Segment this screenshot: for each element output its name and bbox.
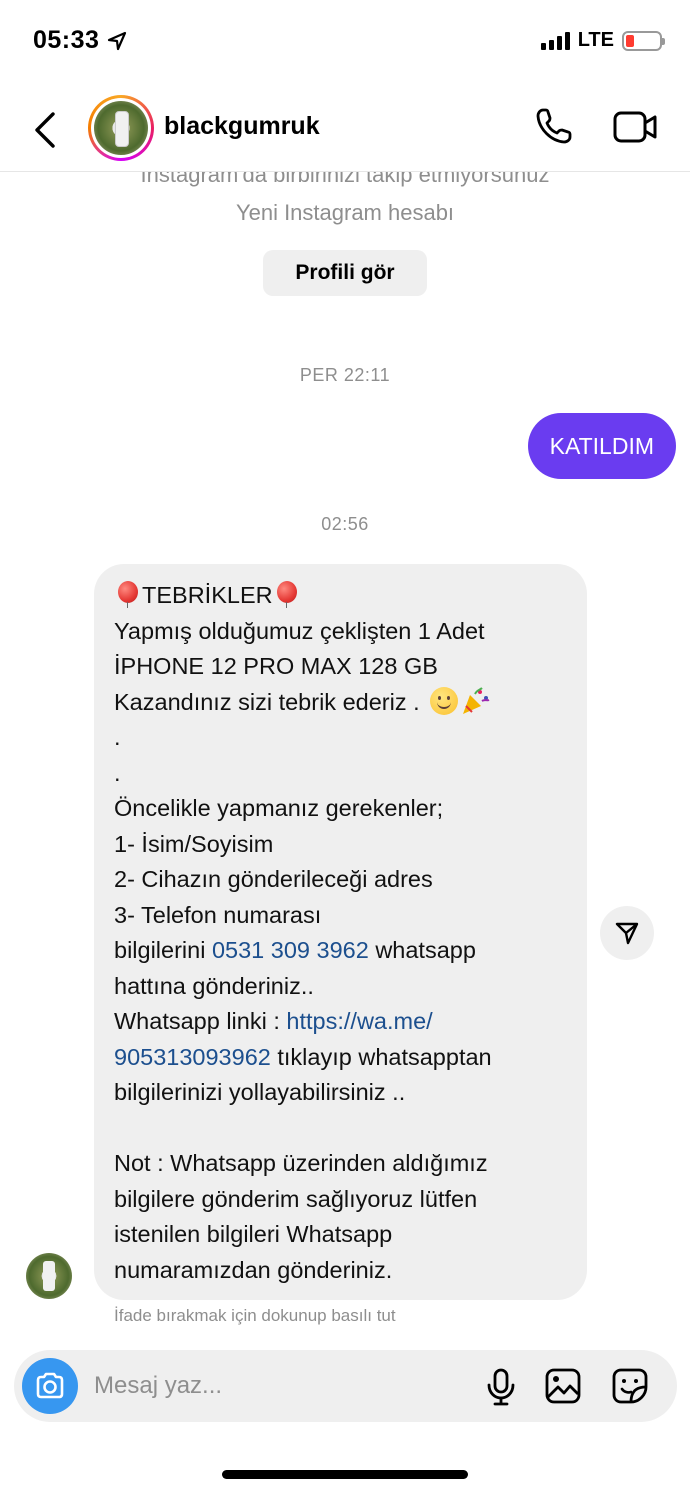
message-line: hattına gönderiniz..: [114, 972, 314, 999]
status-time: 05:33: [33, 26, 127, 55]
home-indicator: [222, 1470, 468, 1479]
whatsapp-link[interactable]: https://wa.me/: [286, 1008, 432, 1034]
camera-button[interactable]: [22, 1358, 78, 1414]
avatar-image: [94, 101, 148, 155]
message-timestamp: PER 22:11: [299, 365, 391, 385]
send-icon: [615, 922, 639, 945]
message-line: bilgilerinizi yollayabilirsiniz ..: [114, 1079, 406, 1105]
back-icon[interactable]: [28, 108, 64, 152]
microphone-icon[interactable]: [484, 1367, 518, 1407]
view-profile-button[interactable]: Profili gör: [263, 250, 427, 296]
message-composer: [14, 1350, 677, 1422]
message-line: istenilen bilgileri Whatsapp: [114, 1221, 393, 1247]
party-popper-icon: [463, 686, 490, 714]
message-line: numaramızdan gönderiniz.: [114, 1256, 393, 1283]
message-line: Yapmış olduğumuz çeklişten 1 Adet: [114, 617, 485, 644]
phone-icon[interactable]: [534, 106, 574, 146]
message-text: bilgilerini: [114, 937, 212, 963]
chat-username[interactable]: blackgumruk: [164, 112, 320, 141]
message-timestamp: 02:56: [321, 514, 369, 534]
chat-header: blackgumruk: [0, 88, 690, 172]
message-line: .: [114, 724, 121, 750]
sent-message-bubble[interactable]: KATILDIM: [527, 413, 676, 479]
message-text: Whatsapp linki :: [114, 1008, 287, 1034]
video-icon[interactable]: [612, 108, 658, 146]
message-text: tıklayıp whatsapptan: [270, 1043, 492, 1070]
message-line: TEBRİKLER: [142, 582, 273, 608]
status-indicators: LTE: [540, 29, 665, 52]
signal-icon: [540, 31, 570, 50]
whatsapp-link[interactable]: 905313093962: [114, 1044, 271, 1070]
message-text: whatsapp: [368, 937, 476, 963]
status-time-text: 05:33: [33, 26, 100, 54]
location-arrow-icon: [108, 31, 127, 50]
balloon-icon: [117, 581, 139, 608]
message-line: Kazandınız sizi tebrik ederiz .: [114, 688, 420, 715]
smile-emoji-icon: [430, 686, 459, 715]
message-line: Not : Whatsapp üzerinden aldığımız: [114, 1150, 488, 1176]
message-line: bilgilere gönderim sağlıyoruz lütfen: [114, 1185, 478, 1212]
profile-avatar[interactable]: [88, 95, 154, 161]
message-line: 3- Telefon numarası: [114, 901, 322, 928]
message-input[interactable]: [94, 1368, 464, 1404]
camera-icon: [36, 1372, 64, 1399]
balloon-icon: [276, 581, 298, 608]
phone-number-link[interactable]: 0531 309 3962: [212, 937, 369, 963]
share-message-button[interactable]: [600, 906, 654, 960]
message-line: 1- İsim/Soyisim: [114, 830, 274, 857]
gallery-icon[interactable]: [544, 1367, 582, 1405]
message-line: 2- Cihazın gönderileceği adres: [114, 866, 433, 892]
sender-avatar[interactable]: [26, 1253, 72, 1299]
network-label: LTE: [577, 29, 614, 51]
account-status-text: Yeni Instagram hesabı: [235, 200, 455, 225]
message-line: .: [114, 759, 121, 786]
message-line: İPHONE 12 PRO MAX 128 GB: [114, 653, 438, 679]
received-message-bubble[interactable]: TEBRİKLER Yapmış olduğumuz çeklişten 1 A…: [94, 564, 587, 1300]
battery-icon: [622, 30, 665, 51]
reaction-hint: İfade bırakmak için dokunup basılı tut: [114, 1306, 396, 1325]
sticker-icon[interactable]: [611, 1367, 649, 1405]
message-line: Öncelikle yapmanız gerekenler;: [114, 795, 444, 821]
dm-screen: 05:33 LTE blackgumruk Instagram'da birbi…: [0, 0, 690, 1493]
